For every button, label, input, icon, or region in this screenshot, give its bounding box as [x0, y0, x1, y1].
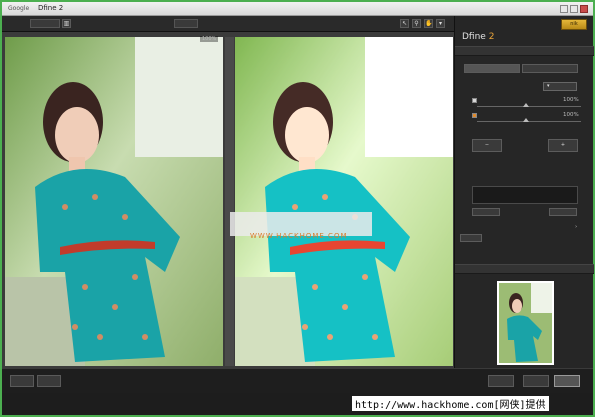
- navigator-thumbnail[interactable]: [497, 281, 554, 365]
- color-noise-checkbox[interactable]: [472, 113, 477, 118]
- nik-logo: nik: [561, 19, 587, 30]
- split-divider-handle[interactable]: [225, 37, 234, 366]
- view-mode-selector[interactable]: [30, 19, 60, 28]
- contrast-noise-slider[interactable]: [477, 106, 581, 107]
- minimize-icon[interactable]: [560, 5, 568, 13]
- after-image[interactable]: [235, 37, 453, 366]
- split-view-icon[interactable]: ▥: [62, 19, 71, 28]
- hand-icon[interactable]: ✋: [424, 19, 433, 28]
- color-picker-icon[interactable]: ▾: [436, 19, 445, 28]
- reduce-tab[interactable]: [522, 64, 578, 73]
- portrait-image: [5, 37, 223, 366]
- close-icon[interactable]: [580, 5, 588, 13]
- zoom-icon[interactable]: ⚲: [412, 19, 421, 28]
- app-name: Dfine: [462, 32, 486, 42]
- preview-area: 100% WWW.HACKHOME.COM: [2, 32, 454, 368]
- section-header-navigator[interactable]: [455, 264, 594, 274]
- zoom-badge: 100%: [200, 36, 219, 42]
- contrast-noise-percent: 100%: [563, 97, 579, 103]
- color-noise-knob[interactable]: [523, 118, 529, 122]
- pointer-icon[interactable]: ↖: [400, 19, 409, 28]
- help-button[interactable]: [10, 375, 34, 387]
- preview-toolbar: ▥ ↖ ⚲ ✋ ▾: [2, 16, 454, 32]
- source-url: http://www.hackhome.com[网侠]提供: [352, 396, 549, 411]
- settings-button[interactable]: [37, 375, 61, 387]
- control-points-list[interactable]: [472, 186, 578, 204]
- measure-tab[interactable]: [464, 64, 520, 73]
- control-point-minus-button[interactable]: −: [472, 139, 502, 152]
- bottom-bar: [2, 368, 593, 393]
- app-window: Google Dfine 2 ▥ ↖ ⚲ ✋ ▾ 100% WWW.HACKHO…: [0, 0, 595, 417]
- brush-button[interactable]: [488, 375, 514, 387]
- before-image[interactable]: [5, 37, 223, 366]
- control-point-plus-button[interactable]: +: [548, 139, 578, 152]
- window-title: Dfine 2: [38, 4, 64, 12]
- section-header-method[interactable]: [455, 46, 594, 56]
- expand-chevron-icon[interactable]: ›: [575, 224, 577, 230]
- zoom-selector[interactable]: [174, 19, 198, 28]
- edit-button[interactable]: [460, 234, 482, 242]
- portrait-image-processed: [235, 37, 453, 366]
- ok-button[interactable]: [554, 375, 580, 387]
- color-noise-slider[interactable]: [477, 121, 581, 122]
- reset-button[interactable]: [472, 208, 500, 216]
- brand-label: Google: [8, 5, 30, 12]
- app-version: 2: [488, 32, 495, 42]
- contrast-noise-knob[interactable]: [523, 103, 529, 107]
- thumbnail-image: [499, 283, 552, 363]
- contrast-noise-checkbox[interactable]: [472, 98, 477, 103]
- panel-app-title: Dfine 2: [462, 32, 494, 42]
- apply-button[interactable]: [549, 208, 577, 216]
- control-panel: nik Dfine 2 ▾ 100% 100% − + ›: [454, 16, 594, 368]
- cancel-button[interactable]: [523, 375, 549, 387]
- maximize-icon[interactable]: [570, 5, 578, 13]
- method-dropdown[interactable]: ▾: [543, 82, 577, 91]
- watermark-text: WWW.HACKHOME.COM: [250, 232, 348, 240]
- title-bar: Google Dfine 2: [2, 2, 593, 16]
- color-noise-percent: 100%: [563, 112, 579, 118]
